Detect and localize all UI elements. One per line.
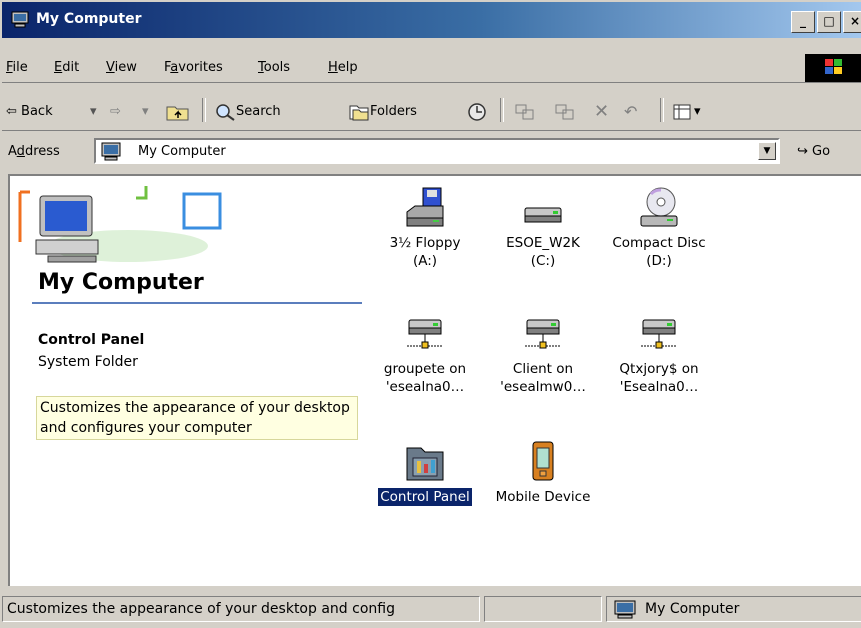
address-value: My Computer <box>138 144 226 159</box>
address-label: Address <box>8 144 60 159</box>
my-computer-icon <box>614 600 636 619</box>
selected-item-type: System Folder <box>38 354 138 370</box>
move-to-icon <box>515 104 534 119</box>
menu-tools[interactable]: Tools <box>258 60 290 75</box>
copy-to-button[interactable] <box>554 102 576 122</box>
status-location-label: My Computer <box>645 601 740 617</box>
selected-item-name: Control Panel <box>38 332 145 348</box>
status-text: Customizes the appearance of your deskto… <box>2 596 480 622</box>
toolbar-separator <box>500 98 504 122</box>
network-drive-icon <box>641 319 677 349</box>
status-location: My Computer <box>606 596 861 622</box>
hard-drive-icon <box>524 207 562 223</box>
windows-logo <box>805 54 861 82</box>
forward-dropdown[interactable]: ▾ <box>142 102 149 122</box>
address-bar: Address My Computer ▼ ↪ Go <box>2 134 861 170</box>
menu-favorites[interactable]: Favorites <box>164 60 223 75</box>
network-drive-icon <box>525 319 561 349</box>
menu-view[interactable]: View <box>106 60 137 75</box>
menu-edit[interactable]: Edit <box>54 60 79 75</box>
status-pane-empty <box>484 596 602 622</box>
address-input[interactable]: My Computer ▼ <box>94 138 780 164</box>
go-arrow-icon: ↪ <box>797 144 808 159</box>
menu-file[interactable]: File <box>6 60 28 75</box>
maximize-button[interactable]: □ <box>817 11 841 33</box>
go-button[interactable]: ↪ Go <box>797 144 830 159</box>
views-button[interactable]: ▾ <box>672 102 701 122</box>
item-label: 3½ Floppy (A:) <box>389 235 461 269</box>
window-title: My Computer <box>36 11 142 27</box>
floppy-drive-icon <box>406 187 444 227</box>
page-title: My Computer <box>38 270 204 295</box>
title-bar[interactable]: My Computer _ □ × <box>2 2 861 38</box>
history-icon <box>468 103 486 121</box>
toolbar-separator <box>660 98 664 122</box>
my-computer-icon <box>11 11 29 28</box>
toolbar-separator <box>202 98 206 122</box>
copy-to-icon <box>555 104 574 119</box>
up-folder-button[interactable] <box>166 102 190 122</box>
item-label: Compact Disc (D:) <box>612 235 706 269</box>
item-label: Qtxjory$ on 'Esealna0… <box>619 361 699 395</box>
network-drive-item[interactable]: Qtxjory$ on 'Esealna0… <box>600 312 718 396</box>
network-drive-item[interactable]: Client on'esealmw0… <box>484 312 602 396</box>
delete-icon[interactable]: ✕ <box>594 102 609 122</box>
web-view-panel: My Computer Control Panel System Folder … <box>10 176 370 588</box>
folders-icon <box>349 105 369 120</box>
minimize-button[interactable]: _ <box>791 11 815 33</box>
control-panel-icon <box>406 447 444 481</box>
item-label: Mobile Device <box>495 489 591 505</box>
my-computer-banner <box>18 186 222 263</box>
move-to-button[interactable] <box>514 102 536 122</box>
back-button[interactable]: ⇦ Back <box>6 102 53 122</box>
views-icon <box>673 104 691 119</box>
folders-button[interactable]: Folders <box>348 102 417 122</box>
network-drive-icon <box>407 319 443 349</box>
item-label: Client on'esealmw0… <box>500 361 586 395</box>
cd-drive-item[interactable]: Compact Disc (D:) <box>600 186 718 270</box>
item-label: groupete on'esealna0… <box>383 361 467 395</box>
standard-toolbar: ⇦ Back ▾ ⇨ ▾ Search Folders ✕ ↶ ▾ <box>2 90 861 131</box>
close-button[interactable]: × <box>843 11 861 33</box>
item-label: ESOE_W2K (C:) <box>506 235 580 269</box>
mobile-device-item[interactable]: Mobile Device <box>484 440 602 506</box>
item-label: Control Panel <box>378 488 472 506</box>
menu-bar: File Edit View Favorites Tools Help <box>2 52 861 83</box>
my-computer-icon <box>101 142 121 161</box>
cd-drive-icon <box>640 187 678 227</box>
network-drive-item[interactable]: groupete on'esealna0… <box>366 312 484 396</box>
back-dropdown[interactable]: ▾ <box>90 102 97 122</box>
windows-flag-icon <box>825 59 842 74</box>
search-icon <box>216 103 235 121</box>
menu-help[interactable]: Help <box>328 60 358 75</box>
undo-icon[interactable]: ↶ <box>624 102 637 122</box>
floppy-drive-item[interactable]: 3½ Floppy (A:) <box>366 186 484 270</box>
up-folder-icon <box>166 106 189 120</box>
explorer-window: My Computer _ □ × File Edit View Favorit… <box>0 0 861 628</box>
hard-drive-item[interactable]: ESOE_W2K (C:) <box>484 186 602 270</box>
address-dropdown-button[interactable]: ▼ <box>758 142 776 160</box>
history-button[interactable] <box>466 102 488 122</box>
forward-button[interactable]: ⇨ <box>110 102 121 122</box>
folder-view: My Computer Control Panel System Folder … <box>8 174 861 586</box>
back-arrow-icon: ⇦ <box>6 104 17 119</box>
status-bar: Customizes the appearance of your deskto… <box>2 594 861 626</box>
control-panel-item[interactable]: Control Panel <box>366 440 484 506</box>
title-divider <box>32 302 362 304</box>
selected-item-description: Customizes the appearance of your deskto… <box>36 396 358 440</box>
mobile-device-icon <box>532 441 554 481</box>
search-button[interactable]: Search <box>214 102 281 122</box>
